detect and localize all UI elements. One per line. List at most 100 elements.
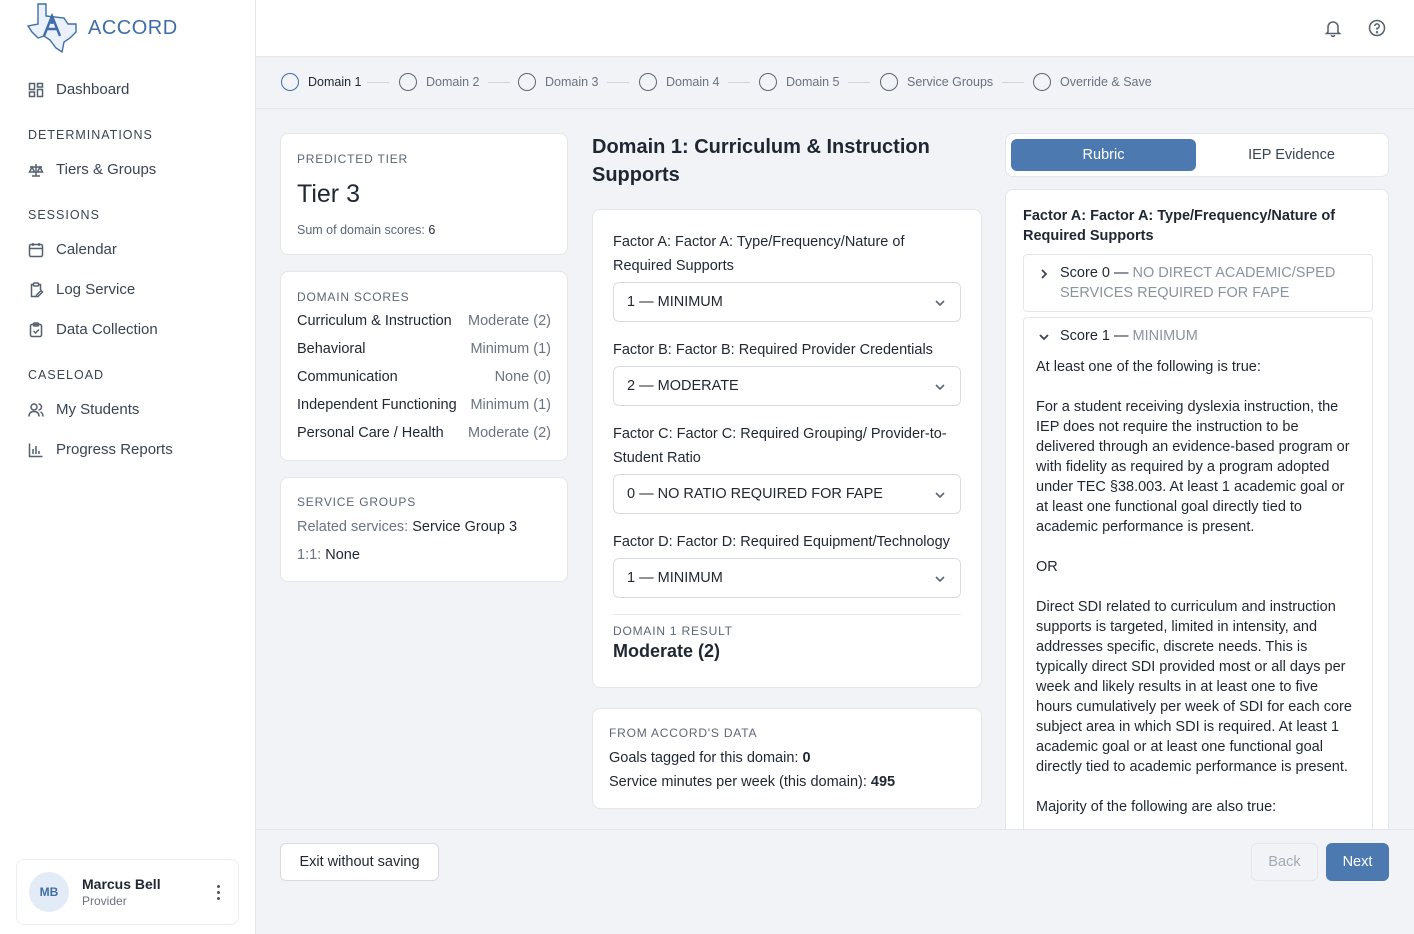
one-to-one: 1:1: None [297, 547, 360, 563]
domain-name: Curriculum & Instruction [297, 313, 452, 329]
sidebar-item-log-service[interactable]: Log Service [28, 281, 135, 298]
step-circle-icon [639, 73, 657, 91]
exit-without-saving-button[interactable]: Exit without saving [280, 843, 439, 881]
domain-value: Moderate (2) [467, 313, 551, 329]
app-logo[interactable]: ACCORD [24, 2, 178, 54]
step-domain-2[interactable]: Domain 2 [399, 73, 480, 91]
domain-score-row: Independent Functioning Minimum (1) [297, 397, 551, 413]
chevron-down-icon [935, 492, 945, 499]
step-label: Domain 1 [308, 75, 362, 89]
bell-icon[interactable] [1324, 19, 1342, 37]
footer-bar: Exit without saving Back Next [256, 829, 1414, 934]
factor-d-select[interactable]: 1 — MINIMUM [613, 558, 961, 598]
more-vertical-icon[interactable] [212, 882, 224, 902]
rubric-paragraph: OR [1036, 559, 1058, 575]
rubric-panel: Factor A: Factor A: Type/Frequency/Natur… [1005, 189, 1389, 829]
factor-a-select[interactable]: 1 — MINIMUM [613, 282, 961, 322]
step-connector [1002, 82, 1024, 83]
step-domain-1[interactable]: Domain 1 [281, 73, 362, 91]
domain-value: None (0) [494, 369, 551, 385]
next-button[interactable]: Next [1326, 843, 1389, 881]
service-groups-label: SERVICE GROUPS [297, 495, 417, 509]
step-label: Override & Save [1060, 75, 1152, 89]
one-to-one-label: 1:1: [297, 547, 322, 563]
sidebar-item-dashboard[interactable]: Dashboard [28, 81, 129, 98]
sidebar: ACCORD Dashboard DETERMINATIONS Tiers & … [0, 0, 256, 934]
domain-result-value: Moderate (2) [613, 641, 721, 661]
app-name: ACCORD [88, 16, 178, 39]
sidebar-item-data-collection[interactable]: Data Collection [28, 321, 158, 338]
domain-score-row: Communication None (0) [297, 369, 551, 385]
predicted-tier-value: Tier 3 [297, 180, 360, 208]
divider [613, 614, 961, 615]
section-sessions: SESSIONS [28, 208, 100, 222]
dashboard-icon [28, 82, 44, 97]
score-0-accordion[interactable]: Score 0 — NO DIRECT ACADEMIC/SPED SERVIC… [1023, 254, 1373, 312]
chevron-down-icon [935, 300, 945, 307]
step-circle-icon [759, 73, 777, 91]
scale-icon [28, 163, 44, 177]
service-minutes: Service minutes per week (this domain): … [609, 774, 895, 790]
step-connector [367, 82, 389, 83]
domain-value: Minimum (1) [470, 341, 551, 357]
user-card[interactable]: MB Marcus Bell Provider [16, 859, 239, 925]
step-domain-4[interactable]: Domain 4 [639, 73, 720, 91]
step-domain-5[interactable]: Domain 5 [759, 73, 840, 91]
score-1-text: MINIMUM [1132, 328, 1198, 344]
sum-value: 6 [428, 223, 436, 237]
sidebar-item-label: Calendar [56, 241, 117, 258]
domain-scores-card: DOMAIN SCORES Curriculum & Instruction Mo… [280, 271, 568, 461]
factor-a-label: Factor A: Factor A: Type/Frequency/Natur… [613, 234, 905, 274]
avatar: MB [29, 872, 69, 912]
tab-rubric[interactable]: Rubric [1011, 139, 1196, 171]
step-domain-3[interactable]: Domain 3 [518, 73, 599, 91]
sidebar-item-label: My Students [56, 401, 140, 418]
domain-name: Personal Care / Health [297, 425, 444, 441]
section-caseload: CASELOAD [28, 368, 105, 382]
factor-c-select[interactable]: 0 — NO RATIO REQUIRED FOR FAPE [613, 474, 961, 514]
chevron-right-icon [1041, 269, 1048, 279]
sum-of-scores: Sum of domain scores: 6 [297, 223, 435, 237]
factor-b-select[interactable]: 2 — MODERATE [613, 366, 961, 406]
topbar [256, 0, 1414, 57]
sidebar-item-label: Progress Reports [56, 441, 173, 458]
sidebar-item-progress-reports[interactable]: Progress Reports [28, 441, 173, 458]
stepper: Domain 1 Domain 2 Domain 3 Domain 4 Doma… [256, 57, 1414, 109]
step-connector [728, 82, 750, 83]
step-service-groups[interactable]: Service Groups [880, 73, 993, 91]
clipboard-check-icon [29, 321, 43, 337]
step-label: Service Groups [907, 75, 994, 89]
step-label: Domain 3 [545, 75, 599, 89]
chevron-down-icon [935, 384, 945, 391]
factor-d-label: Factor D: Factor D: Required Equipment/T… [613, 534, 950, 550]
goals-tagged: Goals tagged for this domain: 0 [609, 750, 811, 766]
select-value: 2 — MODERATE [627, 378, 739, 394]
step-connector [848, 82, 870, 83]
score-0-header: Score 0 — NO DIRECT ACADEMIC/SPED SERVIC… [1060, 263, 1360, 303]
sidebar-item-label: Dashboard [56, 81, 130, 98]
step-label: Domain 5 [786, 75, 840, 89]
domain-name: Behavioral [297, 341, 366, 357]
bar-chart-icon [28, 443, 43, 457]
rubric-paragraph: Majority of the following are also true: [1036, 799, 1277, 815]
chevron-down-icon [1039, 334, 1049, 341]
select-value: 1 — MINIMUM [627, 294, 723, 310]
calendar-icon [28, 242, 44, 257]
goals-label: Goals tagged for this domain: [609, 750, 799, 766]
step-connector [488, 82, 510, 83]
sidebar-item-tiers-groups[interactable]: Tiers & Groups [28, 161, 156, 178]
help-icon[interactable] [1368, 19, 1386, 37]
back-button[interactable]: Back [1251, 843, 1318, 881]
tab-iep-evidence[interactable]: IEP Evidence [1199, 139, 1384, 171]
step-circle-icon [518, 73, 536, 91]
page-title: Domain 1: Curriculum & Instruction Suppo… [592, 136, 930, 186]
factor-c-label: Factor C: Factor C: Required Grouping/ P… [613, 426, 947, 466]
sidebar-item-label: Data Collection [56, 321, 158, 338]
rubric-title: Factor A: Factor A: Type/Frequency/Natur… [1023, 208, 1336, 244]
step-connector [607, 82, 629, 83]
predicted-tier-card: PREDICTED TIER Tier 3 Sum of domain scor… [280, 133, 568, 255]
sidebar-item-my-students[interactable]: My Students [28, 401, 139, 418]
step-override-save[interactable]: Override & Save [1033, 73, 1152, 91]
sidebar-item-calendar[interactable]: Calendar [28, 241, 117, 258]
minutes-label: Service minutes per week (this domain): [609, 774, 867, 790]
